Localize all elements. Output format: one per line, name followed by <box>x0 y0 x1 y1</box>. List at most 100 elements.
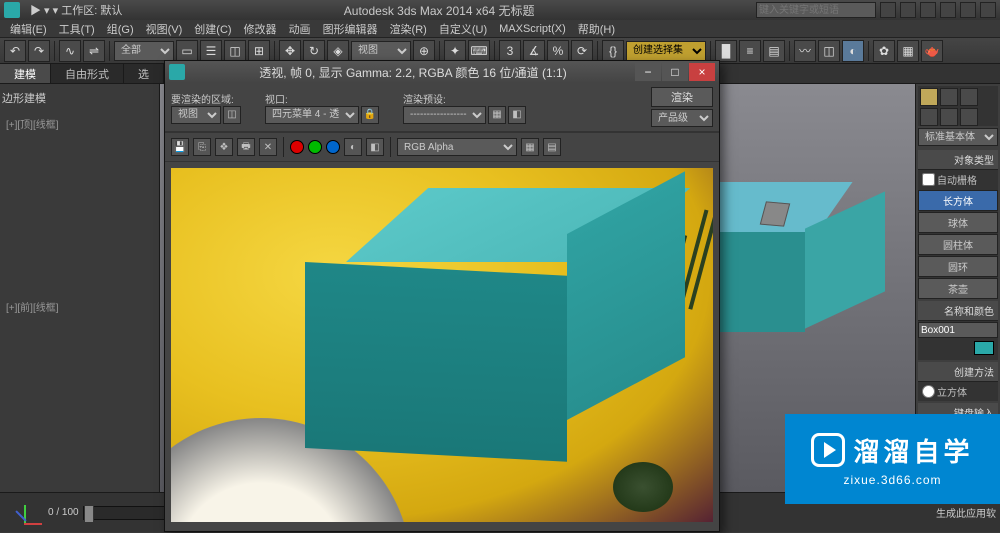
menu-group[interactable]: 组(G) <box>101 21 140 37</box>
keyboard-shortcut-icon[interactable]: ⌨ <box>468 40 490 62</box>
viewport-label-front[interactable]: [+][前][线框] <box>2 297 157 316</box>
prim-sphere-button[interactable]: 球体 <box>918 212 998 233</box>
mono-icon[interactable]: ◧ <box>366 138 384 156</box>
modify-tab-icon[interactable] <box>940 88 958 106</box>
lock-viewport-icon[interactable]: 🔒 <box>361 106 379 124</box>
select-icon[interactable]: ▭ <box>176 40 198 62</box>
render-preset-combo[interactable]: ----------------- <box>403 106 486 124</box>
dialog-close-button[interactable]: × <box>689 63 715 81</box>
tab-freeform[interactable]: 自由形式 <box>51 64 124 83</box>
unlink-icon[interactable]: ⇌ <box>83 40 105 62</box>
menu-grapheditors[interactable]: 图形编辑器 <box>317 21 384 37</box>
minimize-icon[interactable] <box>960 2 976 18</box>
render-setup-icon[interactable]: ✿ <box>873 40 895 62</box>
ref-coord-system[interactable]: 视图 <box>351 41 411 61</box>
scale-icon[interactable]: ◈ <box>327 40 349 62</box>
menu-tools[interactable]: 工具(T) <box>53 21 101 37</box>
infocenter-icon[interactable] <box>880 2 896 18</box>
render-frame-icon[interactable]: ▦ <box>897 40 919 62</box>
area-to-render-combo[interactable]: 视图 <box>171 106 221 124</box>
redo-icon[interactable]: ↷ <box>28 40 50 62</box>
menu-animation[interactable]: 动画 <box>283 21 317 37</box>
object-color-swatch[interactable] <box>974 341 994 355</box>
prim-cylinder-button[interactable]: 圆柱体 <box>918 234 998 255</box>
angle-snap-icon[interactable]: ∡ <box>523 40 545 62</box>
pivot-icon[interactable]: ⊕ <box>413 40 435 62</box>
viewport-combo[interactable]: 四元菜单 4 - 透 <box>265 106 359 124</box>
menu-rendering[interactable]: 渲染(R) <box>384 21 433 37</box>
menu-modifiers[interactable]: 修改器 <box>238 21 283 37</box>
select-by-name-icon[interactable]: ☰ <box>200 40 222 62</box>
print-icon[interactable]: 🖶 <box>237 138 255 156</box>
dialog-minimize-button[interactable]: − <box>635 63 661 81</box>
menu-create[interactable]: 创建(C) <box>188 21 237 37</box>
hierarchy-tab-icon[interactable] <box>960 88 978 106</box>
material-editor-icon[interactable]: ◐ <box>842 40 864 62</box>
signin-icon[interactable] <box>900 2 916 18</box>
method-cube-radio[interactable]: 立方体 <box>918 382 998 401</box>
render-icon[interactable]: 🫖 <box>921 40 943 62</box>
copy-image-icon[interactable]: ⎘ <box>193 138 211 156</box>
manipulate-icon[interactable]: ✦ <box>444 40 466 62</box>
align-icon[interactable]: ≡ <box>739 40 761 62</box>
layers-icon[interactable]: ▤ <box>763 40 785 62</box>
save-image-icon[interactable]: 💾 <box>171 138 189 156</box>
prim-torus-button[interactable]: 圆环 <box>918 256 998 277</box>
undo-icon[interactable]: ↶ <box>4 40 26 62</box>
schematic-icon[interactable]: ◫ <box>818 40 840 62</box>
help-search-input[interactable] <box>756 2 876 18</box>
rendered-image[interactable] <box>165 162 719 528</box>
motion-tab-icon[interactable] <box>920 108 938 126</box>
geometry-category[interactable]: 标准基本体 <box>918 128 998 146</box>
prim-box-button[interactable]: 长方体 <box>918 190 998 211</box>
channel-r-icon[interactable] <box>290 140 304 154</box>
rotate-icon[interactable]: ↻ <box>303 40 325 62</box>
render-quality-combo[interactable]: 产品级 <box>651 109 713 127</box>
create-tab-icon[interactable] <box>920 88 938 106</box>
region-edit-icon[interactable]: ◫ <box>223 106 241 124</box>
menu-views[interactable]: 视图(V) <box>140 21 189 37</box>
dialog-title-bar[interactable]: 透视, 帧 0, 显示 Gamma: 2.2, RGBA 颜色 16 位/通道 … <box>165 61 719 83</box>
tab-modeling[interactable]: 建模 <box>0 64 51 83</box>
object-name-input[interactable] <box>918 322 998 338</box>
menu-edit[interactable]: 编辑(E) <box>4 21 53 37</box>
curve-editor-icon[interactable]: 〰 <box>794 40 816 62</box>
display-tab-icon[interactable] <box>940 108 958 126</box>
menu-customize[interactable]: 自定义(U) <box>433 21 493 37</box>
channel-display-combo[interactable]: RGB Alpha <box>397 138 517 156</box>
viewcube[interactable] <box>755 194 795 234</box>
named-sets-edit-icon[interactable]: {} <box>602 40 624 62</box>
channel-b-icon[interactable] <box>326 140 340 154</box>
window-crossing-icon[interactable]: ⊞ <box>248 40 270 62</box>
mirror-icon[interactable]: ▐▌ <box>715 40 737 62</box>
named-set-combo[interactable]: 创建选择集 <box>626 41 706 61</box>
autogrid-check[interactable]: 自动栅格 <box>918 170 998 189</box>
spinner-snap-icon[interactable]: ⟳ <box>571 40 593 62</box>
render-setup-icon[interactable]: ▦ <box>488 106 506 124</box>
toggle-overlay-icon[interactable]: ▦ <box>521 138 539 156</box>
snap-toggle-icon[interactable]: 3 <box>499 40 521 62</box>
percent-snap-icon[interactable]: % <box>547 40 569 62</box>
alpha-icon[interactable]: ◐ <box>344 138 362 156</box>
favorites-icon[interactable] <box>920 2 936 18</box>
prim-teapot-button[interactable]: 茶壶 <box>918 278 998 299</box>
toggle-ui-icon[interactable]: ▤ <box>543 138 561 156</box>
tab-selection[interactable]: 选 <box>124 64 164 83</box>
channel-g-icon[interactable] <box>308 140 322 154</box>
clone-icon[interactable]: ❖ <box>215 138 233 156</box>
creation-method-header[interactable]: 创建方法 <box>918 362 998 382</box>
move-icon[interactable]: ✥ <box>279 40 301 62</box>
env-icon[interactable]: ◧ <box>508 106 526 124</box>
clear-icon[interactable]: ✕ <box>259 138 277 156</box>
menu-maxscript[interactable]: MAXScript(X) <box>493 23 572 35</box>
selection-filter[interactable]: 全部 <box>114 41 174 61</box>
select-region-icon[interactable]: ◫ <box>224 40 246 62</box>
link-icon[interactable]: ∿ <box>59 40 81 62</box>
help-icon[interactable] <box>940 2 956 18</box>
viewport-label-top[interactable]: [+][顶][线框] <box>2 114 157 133</box>
menu-help[interactable]: 帮助(H) <box>572 21 621 37</box>
object-type-header[interactable]: 对象类型 <box>918 150 998 170</box>
name-color-header[interactable]: 名称和颜色 <box>918 301 998 321</box>
render-button[interactable]: 渲染 <box>651 87 713 107</box>
utilities-tab-icon[interactable] <box>960 108 978 126</box>
